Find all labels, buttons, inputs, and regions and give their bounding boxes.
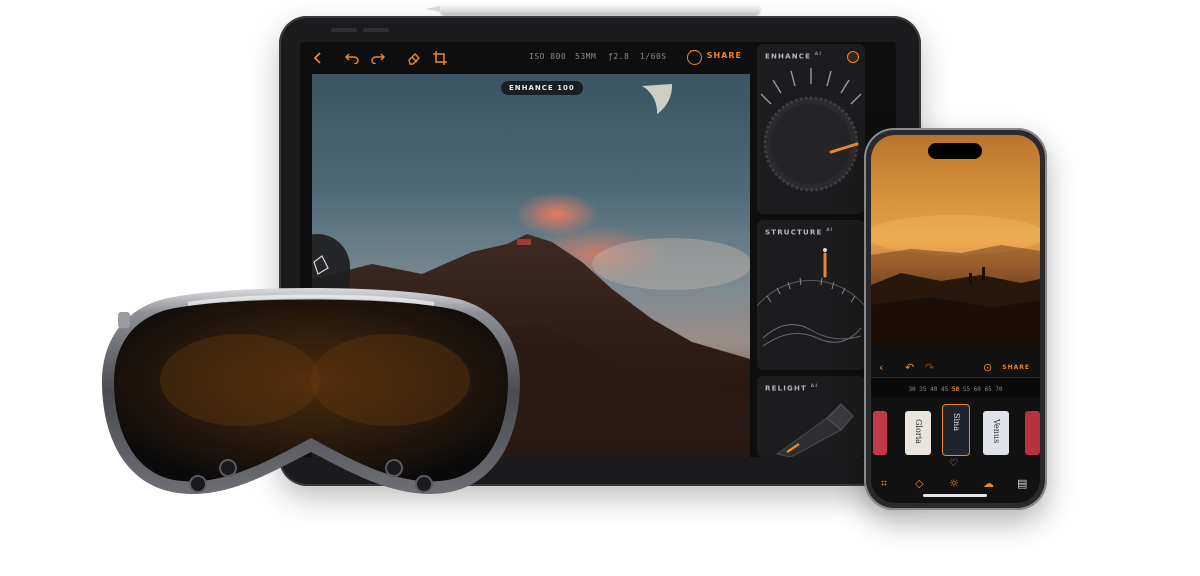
dial-tick: 70	[995, 386, 1003, 393]
share-button[interactable]: SHARE	[1002, 364, 1030, 371]
enhance-panel-title: ENHANCE AI	[765, 52, 822, 60]
iphone-device: ‹ ↶ ↷ ⊙ SHARE 30 35 40 45 50 55 60 65 70	[864, 128, 1047, 510]
film-strength-dial[interactable]: 30 35 40 45 50 55 60 65 70	[871, 377, 1040, 397]
editor-toolbar: ISO 800 53MM ƒ2.8 1/60S SHARE	[300, 42, 752, 74]
product-showcase: ISO 800 53MM ƒ2.8 1/60S SHARE	[0, 0, 1200, 576]
chevron-left-icon[interactable]	[310, 50, 326, 66]
film-picker: Gloria Sina Venus	[871, 404, 1040, 465]
adjustment-panels: ENHANCE AI STRUCTURE AI RELIGHT AI	[757, 44, 865, 457]
eraser-icon[interactable]	[406, 50, 422, 66]
ai-badge: AI	[814, 52, 823, 57]
structure-panel-title: STRUCTURE AI	[765, 228, 834, 236]
film-canister[interactable]: Gloria	[905, 411, 931, 455]
dynamic-island	[928, 143, 982, 159]
redo-icon[interactable]	[370, 50, 386, 66]
ai-badge: AI	[826, 228, 834, 233]
dial-tick: 35	[919, 386, 927, 393]
aperture-readout: ƒ2.8	[608, 52, 630, 61]
redo-icon[interactable]: ↷	[925, 361, 934, 374]
structure-title-text: STRUCTURE	[765, 228, 823, 237]
share-button[interactable]: SHARE	[707, 51, 742, 60]
light-icon[interactable]: ☼	[949, 477, 959, 490]
eraser-icon[interactable]: ◇	[915, 477, 923, 490]
power-icon[interactable]	[847, 51, 859, 63]
phone-photo[interactable]	[871, 135, 1040, 345]
more-icon[interactable]: ⊙	[983, 361, 992, 374]
undo-icon[interactable]	[344, 50, 360, 66]
dial-tick: 30	[908, 386, 916, 393]
structure-panel[interactable]: STRUCTURE AI	[757, 220, 865, 370]
film-icon[interactable]: ▤	[1017, 477, 1027, 490]
film-canister[interactable]	[873, 411, 887, 455]
shutter-readout: 1/60S	[640, 52, 667, 61]
chevron-left-icon[interactable]: ‹	[879, 361, 883, 374]
structure-dial[interactable]	[757, 246, 865, 370]
relight-brush-dial[interactable]	[757, 394, 865, 457]
dial-tick: 55	[962, 386, 970, 393]
relight-panel-title: RELIGHT AI	[765, 384, 818, 392]
film-name: Venus	[992, 419, 1001, 444]
film-name: Sina	[952, 413, 961, 431]
relight-title-text: RELIGHT	[765, 384, 808, 393]
ai-badge: AI	[810, 384, 819, 389]
crop-icon[interactable]	[432, 50, 448, 66]
undo-icon[interactable]: ↶	[905, 361, 914, 374]
enhance-panel[interactable]: ENHANCE AI	[757, 44, 865, 214]
dial-tick: 60	[973, 386, 981, 393]
enhance-badge: ENHANCE 100	[501, 81, 583, 95]
vision-pro-headset	[102, 288, 520, 494]
dial-tick: 40	[930, 386, 938, 393]
dial-tick: 65	[984, 386, 992, 393]
relight-panel[interactable]: RELIGHT AI	[757, 376, 865, 457]
heart-icon[interactable]: ♡	[949, 458, 958, 469]
ipad-volume-button	[363, 28, 389, 32]
ipad-volume-button	[331, 28, 357, 32]
iphone-screen: ‹ ↶ ↷ ⊙ SHARE 30 35 40 45 50 55 60 65 70	[871, 135, 1040, 503]
film-canister-selected[interactable]: Sina	[942, 404, 970, 456]
weather-icon[interactable]: ☁	[983, 477, 994, 490]
enhance-dial[interactable]	[757, 64, 865, 214]
film-name: Gloria	[914, 419, 923, 444]
dial-tick: 45	[941, 386, 949, 393]
enhance-title-text: ENHANCE	[765, 52, 812, 61]
film-canister[interactable]: Venus	[983, 411, 1009, 455]
film-canister[interactable]	[1025, 411, 1040, 455]
iso-readout: ISO 800	[529, 52, 567, 61]
apple-pencil	[426, 4, 760, 15]
focal-length-readout: 53MM	[575, 52, 597, 61]
sunset-photo	[871, 215, 1040, 345]
more-icon[interactable]	[687, 47, 702, 65]
crop-icon[interactable]: ⌗	[881, 477, 887, 491]
dial-selected-value: 50	[951, 386, 960, 393]
home-indicator[interactable]	[923, 494, 987, 497]
